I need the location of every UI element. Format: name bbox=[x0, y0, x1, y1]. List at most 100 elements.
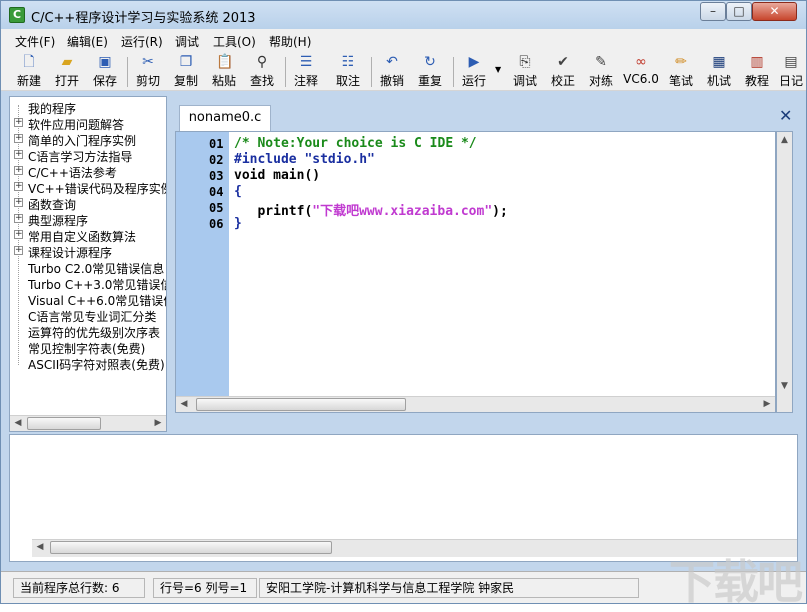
expand-plus-icon[interactable]: + bbox=[14, 198, 23, 207]
cut-button[interactable]: ✂ 剪切 bbox=[129, 52, 167, 90]
new-file-icon: 🗋 bbox=[23, 54, 35, 70]
toolbar-separator bbox=[127, 57, 128, 87]
find-button[interactable]: ⚲ 查找 bbox=[243, 52, 281, 90]
menu-edit[interactable]: 编辑(E) bbox=[67, 33, 108, 50]
expand-plus-icon[interactable]: + bbox=[14, 166, 23, 175]
expand-plus-icon[interactable]: + bbox=[14, 118, 23, 127]
maximize-button[interactable]: □ bbox=[726, 2, 752, 21]
tree-item-label: 常见控制字符表(免费) bbox=[28, 342, 146, 356]
uncomment-icon: ☷ bbox=[341, 54, 355, 70]
window-title: C/C++程序设计学习与实验系统 2013 bbox=[31, 11, 256, 26]
save-icon: ▣ bbox=[98, 54, 112, 70]
program-tree: 我的程序 + 软件应用问题解答 + 简单的入门程序实例 + C语言学习方法指导 + C/C++语… bbox=[9, 96, 167, 432]
scroll-left-icon[interactable]: ◀ bbox=[32, 540, 48, 555]
computer-test-button[interactable]: ▦ 机试 bbox=[700, 52, 738, 90]
run-dropdown-arrow-icon[interactable]: ▼ bbox=[495, 65, 501, 74]
tree-item-label: 运算符的优先级别次序表 bbox=[28, 326, 161, 340]
scroll-left-icon[interactable]: ◀ bbox=[10, 416, 26, 431]
new-button[interactable]: 🗋 新建 bbox=[10, 52, 48, 90]
tutorial-button[interactable]: ▥ 教程 bbox=[738, 52, 776, 90]
check-button[interactable]: ✔ 校正 bbox=[544, 52, 582, 90]
practice-button[interactable]: ✎ 对练 bbox=[582, 52, 620, 90]
close-tab-icon[interactable]: ✕ bbox=[779, 106, 792, 125]
uncomment-button[interactable]: ☷ 取注 bbox=[329, 52, 367, 90]
watermark-logo: 下载吧 bbox=[669, 555, 803, 609]
code-line[interactable]: void main() bbox=[234, 168, 320, 183]
diary-button[interactable]: ▤ 日记 bbox=[776, 52, 806, 90]
tree-item-label: C语言常见专业词汇分类 bbox=[28, 310, 157, 324]
scroll-down-icon[interactable]: ▼ bbox=[777, 378, 792, 394]
vc6-button[interactable]: ∞ VC6.0 bbox=[622, 52, 660, 90]
debug-button[interactable]: ⎘ 调试 bbox=[506, 52, 544, 90]
code-editor[interactable]: 01 /* Note:Your choice is C IDE */ 02 #incl… bbox=[175, 131, 776, 413]
tree-horizontal-scrollbar[interactable]: ◀ ▶ bbox=[10, 415, 166, 431]
run-icon: ▶ bbox=[468, 54, 480, 70]
menu-help[interactable]: 帮助(H) bbox=[269, 33, 311, 50]
open-button[interactable]: ▰ 打开 bbox=[48, 52, 86, 90]
line-number: 01 bbox=[209, 137, 224, 151]
code-line[interactable]: /* Note:Your choice is C IDE */ bbox=[234, 136, 477, 151]
expand-plus-icon[interactable]: + bbox=[14, 134, 23, 143]
scroll-up-icon[interactable]: ▲ bbox=[777, 132, 792, 148]
line-number: 05 bbox=[209, 201, 224, 215]
scroll-thumb[interactable] bbox=[50, 541, 332, 554]
copy-button[interactable]: ❐ 复制 bbox=[167, 52, 205, 90]
paste-button[interactable]: 📋 粘贴 bbox=[205, 52, 243, 90]
tree-item-label: Turbo C++3.0常见错误信息 bbox=[28, 278, 166, 292]
string-literal: "下载吧www.xiazaiba.com" bbox=[312, 204, 493, 219]
check-icon: ✔ bbox=[557, 54, 569, 70]
toolbar-separator bbox=[285, 57, 286, 87]
menu-run[interactable]: 运行(R) bbox=[121, 33, 163, 50]
scroll-thumb[interactable] bbox=[196, 398, 406, 411]
run-button[interactable]: ▶ 运行 bbox=[455, 52, 493, 90]
save-button[interactable]: ▣ 保存 bbox=[86, 52, 124, 90]
editor-horizontal-scrollbar[interactable]: ◀ ▶ bbox=[176, 396, 775, 412]
toolbar-separator bbox=[453, 57, 454, 87]
scroll-thumb[interactable] bbox=[27, 417, 101, 430]
undo-button[interactable]: ↶ 撤销 bbox=[373, 52, 411, 90]
status-total-lines: 当前程序总行数: 6 bbox=[13, 578, 145, 598]
computer-test-icon: ▦ bbox=[712, 54, 726, 70]
copy-icon: ❐ bbox=[179, 54, 193, 70]
comment-button[interactable]: ☰ 注释 bbox=[287, 52, 325, 90]
expand-plus-icon[interactable]: + bbox=[14, 150, 23, 159]
written-test-button[interactable]: ✏ 笔试 bbox=[662, 52, 700, 90]
line-number: 04 bbox=[209, 185, 224, 199]
status-cursor-position: 行号=6 列号=1 bbox=[153, 578, 257, 598]
expand-plus-icon[interactable]: + bbox=[14, 182, 23, 191]
line-number: 03 bbox=[209, 169, 224, 183]
tab-noname0[interactable]: noname0.c bbox=[179, 105, 271, 131]
menu-debug[interactable]: 调试 bbox=[175, 33, 199, 50]
output-panel[interactable]: ◀ bbox=[9, 434, 798, 562]
scroll-right-icon[interactable]: ▶ bbox=[759, 397, 775, 412]
code-line[interactable]: { bbox=[234, 184, 242, 199]
redo-icon: ↻ bbox=[424, 54, 436, 70]
close-button[interactable]: ✕ bbox=[752, 2, 797, 21]
expand-plus-icon[interactable]: + bbox=[14, 246, 23, 255]
code-line[interactable]: printf("下载吧www.xiazaiba.com"); bbox=[234, 200, 507, 219]
tree-item-label: 函数查询 bbox=[28, 198, 77, 212]
menu-file[interactable]: 文件(F) bbox=[15, 33, 55, 50]
pen-icon: ✏ bbox=[675, 54, 687, 70]
tree-item-label: Turbo C2.0常见错误信息 bbox=[28, 262, 165, 276]
code-line[interactable]: } bbox=[234, 216, 242, 231]
app-window: C C/C++程序设计学习与实验系统 2013 – □ ✕ 文件(F) 编辑(E… bbox=[0, 0, 807, 609]
scroll-left-icon[interactable]: ◀ bbox=[176, 397, 192, 412]
status-credit: 安阳工学院-计算机科学与信息工程学院 钟家民 bbox=[259, 578, 639, 598]
tree-item-label: C语言学习方法指导 bbox=[28, 150, 133, 164]
editor-vertical-scrollbar[interactable]: ▲ ▼ bbox=[776, 131, 793, 413]
expand-plus-icon[interactable]: + bbox=[14, 230, 23, 239]
title-bar[interactable]: C C/C++程序设计学习与实验系统 2013 – □ ✕ bbox=[1, 1, 806, 29]
menu-tools[interactable]: 工具(O) bbox=[213, 33, 256, 50]
redo-button[interactable]: ↻ 重复 bbox=[411, 52, 449, 90]
expand-plus-icon[interactable]: + bbox=[14, 214, 23, 223]
tree-item-label: 常用自定义函数算法 bbox=[28, 230, 137, 244]
toolbar-separator bbox=[371, 57, 372, 87]
scroll-right-icon[interactable]: ▶ bbox=[150, 416, 166, 431]
tree-item-label: VC++错误代码及程序实例 bbox=[28, 182, 167, 196]
tree-item-label: 我的程序 bbox=[28, 102, 77, 116]
minimize-button[interactable]: – bbox=[700, 2, 726, 21]
line-number: 02 bbox=[209, 153, 224, 167]
code-line[interactable]: #include "stdio.h" bbox=[234, 152, 375, 167]
books-icon: ▥ bbox=[750, 54, 764, 70]
